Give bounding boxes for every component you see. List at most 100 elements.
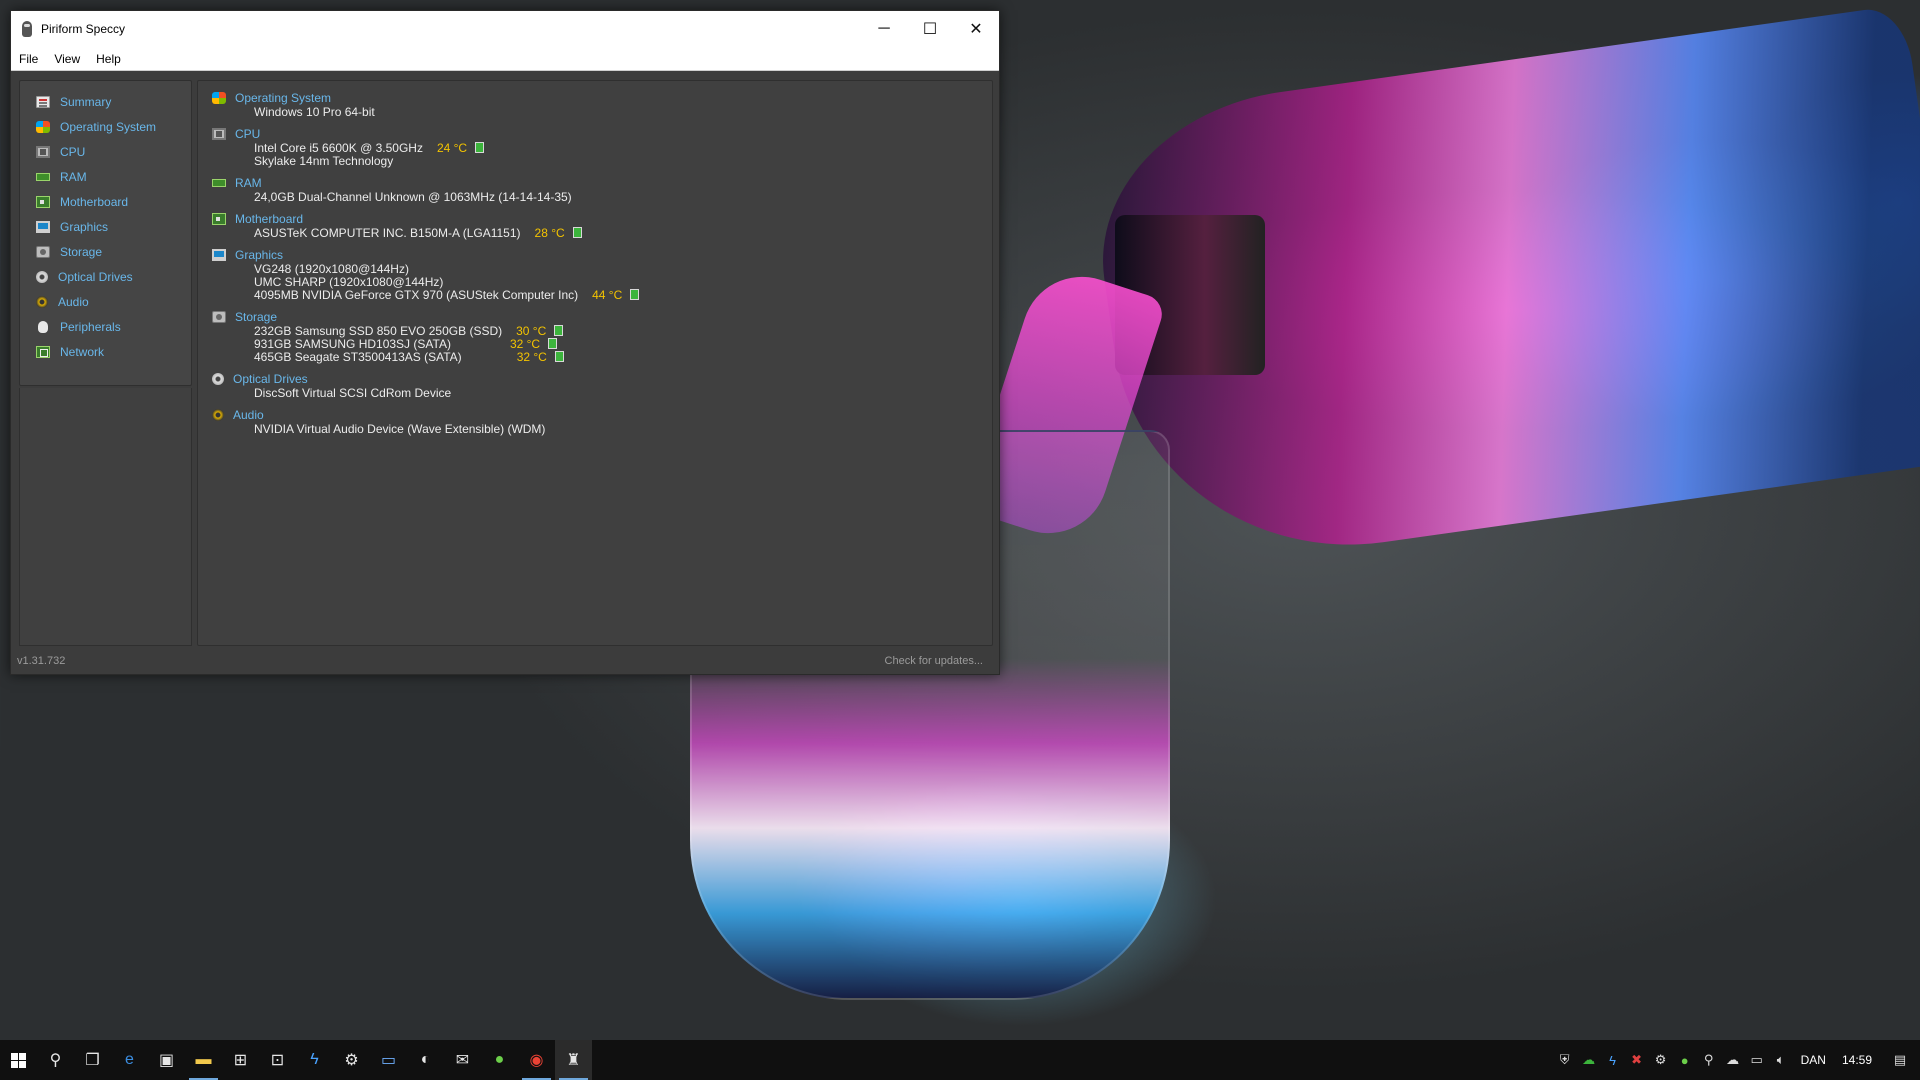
close-button[interactable]: ✕	[953, 11, 999, 47]
sidebar-item-label: Optical Drives	[58, 269, 133, 284]
steam-icon: ⚙	[344, 1052, 359, 1069]
taskbar-photos[interactable]: ▣	[148, 1040, 185, 1080]
close-icon: ✖	[1631, 1052, 1643, 1067]
sidebar-item-summary[interactable]: Summary	[20, 89, 191, 114]
taskbar-edge[interactable]: e	[111, 1040, 148, 1080]
section-graphics: Graphics VG248 (1920x1080@144Hz) UMC SHA…	[212, 248, 992, 302]
drive-name: 931GB SAMSUNG HD103SJ (SATA)	[254, 336, 451, 351]
sidebar-item-storage[interactable]: Storage	[20, 239, 191, 264]
steam-icon: ⚙	[1654, 1052, 1667, 1067]
section-title[interactable]: RAM	[235, 176, 262, 190]
maximize-button[interactable]: ☐	[907, 11, 953, 47]
section-title[interactable]: CPU	[235, 127, 260, 141]
section-storage: Storage 232GB Samsung SSD 850 EVO 250GB …	[212, 310, 992, 364]
cloud-icon: ☁	[1582, 1052, 1596, 1067]
taskbar-app-2[interactable]: ϟ	[296, 1040, 333, 1080]
sidebar: Summary Operating System CPU RAM Motherb…	[19, 80, 192, 386]
check-updates-link[interactable]: Check for updates...	[885, 655, 983, 667]
taskbar-app-4[interactable]: ●	[481, 1040, 518, 1080]
menu-help[interactable]: Help	[88, 52, 129, 66]
temp-indicator[interactable]	[554, 325, 564, 336]
section-audio: Audio NVIDIA Virtual Audio Device (Wave …	[212, 408, 992, 436]
section-title[interactable]: Motherboard	[235, 212, 303, 226]
title-bar[interactable]: Piriform Speccy ─ ☐ ✕	[11, 11, 999, 47]
globe-icon: ●	[494, 1051, 505, 1068]
tray-volume[interactable]: 🔈︎	[1769, 1040, 1793, 1080]
ram-icon	[212, 179, 226, 187]
cpu-temp: 24 °C	[436, 140, 468, 155]
input-language[interactable]: DAN	[1793, 1053, 1834, 1067]
tray-app-2[interactable]: ☁	[1577, 1040, 1601, 1080]
taskbar-speccy[interactable]: ♜	[555, 1040, 592, 1080]
temp-indicator[interactable]	[572, 227, 582, 238]
sidebar-item-peripherals[interactable]: Peripherals	[20, 314, 191, 339]
sidebar-item-cpu[interactable]: CPU	[20, 139, 191, 164]
drive-temp: 32 °C	[516, 349, 547, 364]
temp-indicator[interactable]	[554, 351, 564, 362]
storage-icon	[212, 311, 226, 323]
shield-icon: ⛨	[1559, 1052, 1570, 1067]
tray-app-4[interactable]: ✖	[1625, 1040, 1649, 1080]
action-center-button[interactable]: ▤	[1880, 1040, 1920, 1080]
monitor-2: UMC SHARP (1920x1080@144Hz)	[254, 274, 444, 289]
ram-info: 24,0GB Dual-Channel Unknown @ 1063MHz (1…	[254, 189, 572, 204]
task-view-button[interactable]: ❐	[74, 1040, 111, 1080]
section-title[interactable]: Graphics	[235, 248, 283, 262]
sidebar-item-audio[interactable]: Audio	[20, 289, 191, 314]
version-label: v1.31.732	[17, 655, 66, 667]
section-title[interactable]: Optical Drives	[233, 372, 308, 386]
temp-indicator[interactable]	[548, 338, 558, 349]
status-bar: v1.31.732 Check for updates...	[11, 648, 999, 674]
tray-onedrive[interactable]: ☁	[1721, 1040, 1745, 1080]
taskbar-mail[interactable]: ✉	[444, 1040, 481, 1080]
section-title[interactable]: Operating System	[235, 91, 331, 105]
speccy-icon: ♜	[566, 1052, 581, 1069]
optical-drive-icon	[36, 270, 48, 283]
section-title[interactable]: Storage	[235, 310, 277, 324]
sidebar-item-label: Network	[60, 344, 105, 359]
gpu-name: 4095MB NVIDIA GeForce GTX 970 (ASUStek C…	[254, 287, 579, 302]
tray-network[interactable]: ▭	[1745, 1040, 1769, 1080]
tray-steam[interactable]: ⚙	[1649, 1040, 1673, 1080]
menu-bar: File View Help	[11, 47, 999, 71]
tray-app-1[interactable]: ⛨	[1553, 1040, 1577, 1080]
windows-logo-icon	[11, 1052, 26, 1068]
edge-icon: e	[125, 1051, 134, 1068]
search-button[interactable]: ⚲	[37, 1040, 74, 1080]
photos-icon: ▣	[158, 1052, 175, 1069]
sidebar-item-network[interactable]: Network	[20, 339, 191, 364]
optical-drive-icon	[212, 373, 224, 385]
minimize-button[interactable]: ─	[861, 11, 907, 47]
network-icon: ▭	[1750, 1052, 1763, 1067]
sidebar-item-ram[interactable]: RAM	[20, 164, 191, 189]
sidebar-item-label: RAM	[60, 169, 87, 184]
taskbar-app-3[interactable]: ◐	[407, 1040, 444, 1080]
tray-app-5[interactable]: ●	[1673, 1040, 1697, 1080]
sidebar-item-motherboard[interactable]: Motherboard	[20, 189, 191, 214]
tray-app-3[interactable]: ϟ	[1601, 1040, 1625, 1080]
sidebar-item-optical-drives[interactable]: Optical Drives	[20, 264, 191, 289]
menu-file[interactable]: File	[11, 52, 46, 66]
tray-app-6[interactable]: ⚲	[1697, 1040, 1721, 1080]
start-button[interactable]	[0, 1040, 37, 1080]
sidebar-item-graphics[interactable]: Graphics	[20, 214, 191, 239]
taskbar-steam[interactable]: ⚙	[333, 1040, 370, 1080]
taskbar: ⚲ ❐ e ▣ ▬ ⊞ ⊡ ϟ ⚙ ▭ ◐ ✉ ● ◉ ♜ ⛨ ☁ ϟ ✖ ⚙ …	[0, 1040, 1920, 1080]
menu-view[interactable]: View	[46, 52, 88, 66]
taskbar-store[interactable]: ⊞	[222, 1040, 259, 1080]
audio-icon	[212, 409, 224, 421]
taskbar-app-1[interactable]: ⊡	[259, 1040, 296, 1080]
clock[interactable]: 14:59	[1834, 1053, 1880, 1067]
section-cpu: CPU Intel Core i5 6600K @ 3.50GHz 24 °C S…	[212, 127, 992, 168]
section-title[interactable]: Audio	[233, 408, 264, 422]
speccy-app-icon	[19, 21, 35, 37]
satellite-icon: ⚲	[1703, 1052, 1714, 1067]
temp-indicator[interactable]	[475, 142, 485, 153]
taskbar-file-explorer[interactable]: ▬	[185, 1040, 222, 1080]
taskbar-monitor[interactable]: ▭	[370, 1040, 407, 1080]
temp-indicator[interactable]	[630, 289, 640, 300]
taskbar-chrome[interactable]: ◉	[518, 1040, 555, 1080]
network-icon	[36, 345, 50, 358]
sidebar-item-operating-system[interactable]: Operating System	[20, 114, 191, 139]
window-title: Piriform Speccy	[41, 22, 126, 36]
